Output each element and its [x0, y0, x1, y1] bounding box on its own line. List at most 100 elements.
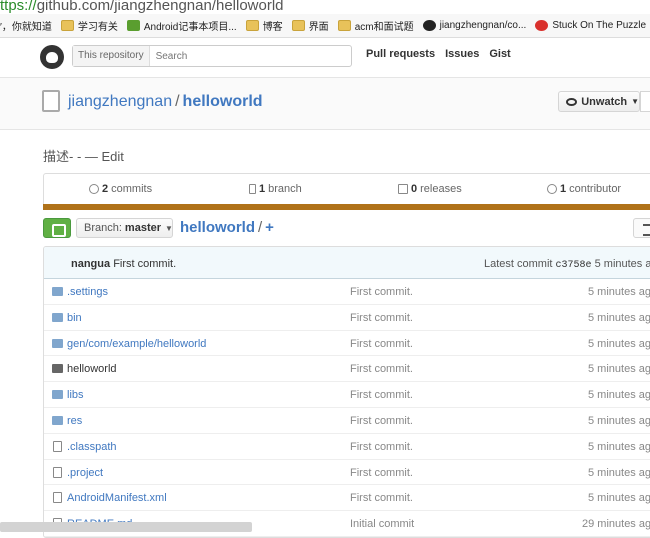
- file-name-link[interactable]: res: [67, 415, 82, 427]
- releases-label: releases: [420, 183, 462, 195]
- horizontal-scrollbar[interactable]: [0, 522, 252, 532]
- releases-link[interactable]: 0 releases: [398, 183, 462, 195]
- address-bar[interactable]: ttps://github.com/jiangzhengnan/hellowor…: [0, 0, 650, 14]
- site-icon: [535, 20, 549, 31]
- file-row: helloworld First commit. 5 minutes ago: [44, 356, 650, 383]
- branch-select-button[interactable]: Branch: master ▼: [76, 218, 173, 238]
- bookmark-item[interactable]: 学习有关: [60, 18, 118, 33]
- file-commit-message[interactable]: First commit.: [350, 467, 413, 479]
- bookmark-label: Stuck On The Puzzle: [552, 20, 647, 31]
- repo-name-link[interactable]: helloworld: [183, 93, 263, 110]
- bookmark-label: 界面: [308, 22, 329, 33]
- nav-issues[interactable]: Issues: [445, 48, 479, 60]
- file-age: 29 minutes ago: [582, 518, 650, 531]
- compare-button[interactable]: [43, 218, 71, 238]
- bookmark-label: 博客: [262, 22, 283, 33]
- header-nav: Pull requests Issues Gist: [366, 48, 521, 60]
- eye-icon: [566, 97, 578, 106]
- file-name-link[interactable]: gen/com/example/helloworld: [67, 338, 206, 350]
- commit-sha[interactable]: c3758e: [556, 260, 592, 271]
- file-row: bin First commit. 5 minutes ago: [44, 305, 650, 331]
- submodule-icon: [52, 364, 63, 374]
- nav-gist[interactable]: Gist: [489, 48, 510, 60]
- organization-icon: [547, 184, 557, 194]
- repo-owner-link[interactable]: jiangzhengnan: [68, 93, 172, 110]
- bookmark-item[interactable]: Stuck On The Puzzle: [535, 20, 646, 31]
- add-file-icon[interactable]: +: [265, 219, 274, 236]
- file-commit-message[interactable]: First commit.: [350, 415, 413, 427]
- file-row: .classpath First commit. 5 minutes ago: [44, 434, 650, 460]
- bookmark-label: 学习有关: [77, 22, 118, 33]
- branches-link[interactable]: 1 branch: [249, 183, 302, 195]
- repo-title-separator: /: [175, 93, 180, 110]
- commits-count: 2: [102, 183, 109, 195]
- repo-icon: [42, 90, 60, 112]
- file-navigation: Branch: master ▼ helloworld / +: [43, 218, 650, 240]
- file-name-link[interactable]: helloworld: [67, 363, 117, 375]
- branch-prefix: Branch:: [84, 222, 122, 234]
- folder-icon: [52, 338, 63, 348]
- file-commit-message[interactable]: Initial commit: [350, 518, 414, 530]
- file-name-link[interactable]: .classpath: [67, 441, 117, 453]
- bookmark-label: ′，你就知道: [0, 22, 52, 33]
- commits-link[interactable]: 2 commits: [89, 183, 152, 195]
- bookmark-item[interactable]: Android记事本项目...: [126, 18, 237, 33]
- search-input[interactable]: [149, 50, 340, 62]
- latest-commit-label: Latest commit: [484, 258, 553, 270]
- branch-icon: [249, 184, 256, 194]
- watch-count[interactable]: [640, 91, 650, 112]
- folder-icon: [52, 415, 63, 425]
- numbers-summary: 2 commits 1 branch 0 releases 1 contribu…: [43, 173, 650, 204]
- language-bar[interactable]: [43, 204, 650, 210]
- chevron-down-icon: ▼: [165, 223, 173, 233]
- file-name-link[interactable]: libs: [67, 389, 84, 401]
- list-view-button[interactable]: [633, 218, 650, 238]
- file-commit-message[interactable]: First commit.: [350, 389, 413, 401]
- file-commit-message[interactable]: First commit.: [350, 492, 413, 504]
- bookmark-label: Android记事本项目...: [143, 22, 237, 33]
- breadcrumb-repo[interactable]: helloworld: [180, 219, 255, 236]
- file-commit-message[interactable]: First commit.: [350, 338, 413, 350]
- file-name-link[interactable]: .project: [67, 467, 103, 479]
- tag-icon: [398, 184, 408, 194]
- bookmark-item[interactable]: acm和面试题: [337, 18, 414, 33]
- folder-icon: [52, 287, 63, 296]
- file-commit-message[interactable]: First commit.: [350, 363, 413, 375]
- search-box[interactable]: This repository: [72, 45, 352, 67]
- bookmark-item[interactable]: jiangzhengnan/co...: [422, 20, 527, 31]
- repo-title: jiangzhengnan / helloworld: [68, 93, 263, 111]
- file-name-link[interactable]: .settings: [67, 286, 108, 298]
- bookmark-item[interactable]: 博客: [245, 18, 283, 33]
- github-logo-icon[interactable]: [40, 45, 64, 69]
- file-row: gen/com/example/helloworld First commit. 5…: [44, 331, 650, 357]
- history-icon: [89, 184, 99, 194]
- commits-label: commits: [111, 183, 153, 195]
- breadcrumb: helloworld / +: [180, 219, 274, 236]
- releases-count: 0: [411, 183, 418, 195]
- commit-author-line: nangua First commit.: [71, 258, 176, 270]
- commit-message[interactable]: First commit.: [113, 258, 176, 270]
- repo-description: 描述- - — Edit: [43, 149, 124, 164]
- file-name-link[interactable]: AndroidManifest.xml: [67, 492, 167, 504]
- branch-count: 1: [259, 183, 266, 195]
- file-commit-message[interactable]: First commit.: [350, 441, 413, 453]
- folder-icon: [291, 20, 305, 31]
- file-rows: .settings First commit. 5 minutes ago bin Fi…: [44, 279, 650, 537]
- commit-tease: nangua First commit. Latest commit c3758…: [44, 247, 650, 279]
- folder-icon: [245, 20, 259, 31]
- file-age: 5 minutes ago: [588, 337, 650, 350]
- nav-pull-requests[interactable]: Pull requests: [366, 48, 435, 60]
- contributors-link[interactable]: 1 contributor: [547, 183, 621, 195]
- unwatch-button[interactable]: Unwatch ▼: [558, 91, 640, 112]
- commit-author[interactable]: nangua: [71, 258, 110, 270]
- bookmark-label: jiangzhengnan/co...: [439, 20, 527, 31]
- file-age: 5 minutes ago: [588, 492, 650, 505]
- url-text: github.com/jiangzhengnan/helloworld: [36, 0, 284, 14]
- commit-age: 5 minutes ago: [594, 258, 650, 270]
- bookmark-label: acm和面试题: [354, 22, 414, 33]
- file-name-link[interactable]: bin: [67, 312, 82, 324]
- bookmark-item[interactable]: ′，你就知道: [0, 18, 52, 33]
- file-commit-message[interactable]: First commit.: [350, 312, 413, 324]
- bookmark-item[interactable]: 界面: [291, 18, 329, 33]
- file-commit-message[interactable]: First commit.: [350, 286, 413, 298]
